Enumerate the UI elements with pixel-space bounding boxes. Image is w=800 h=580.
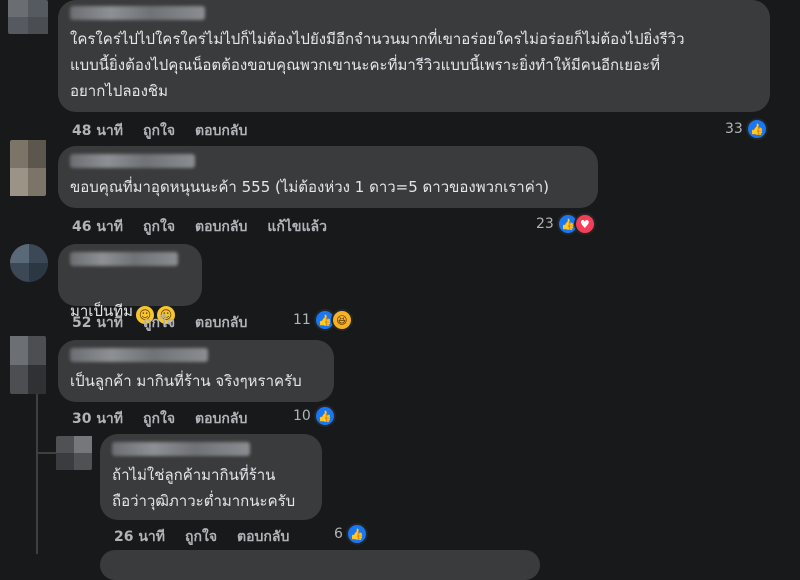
reply-link[interactable]: ตอบกลับ	[237, 526, 289, 548]
reply-link[interactable]: ตอบกลับ	[195, 408, 247, 430]
reaction-summary[interactable]: 6 👍	[334, 523, 368, 545]
comment-time[interactable]: 52 นาที	[72, 312, 123, 334]
reply-link[interactable]: ตอบกลับ	[195, 216, 247, 238]
comment-actions: 48 นาที ถูกใจ ตอบกลับ	[72, 120, 247, 142]
reaction-count: 33	[725, 121, 743, 137]
laughing-face-icon: 😆	[330, 309, 353, 331]
reaction-summary[interactable]: 33 👍	[725, 118, 768, 140]
avatar[interactable]	[8, 0, 48, 34]
reaction-summary[interactable]: 23 👍 ♥	[536, 213, 596, 235]
reaction-count: 6	[334, 526, 343, 542]
comment-bubble: ใครใคร่ไปไปใครใคร่ไม่ไปก็ไม่ต้องไปยังมีอ…	[58, 0, 770, 112]
reaction-count: 11	[293, 312, 311, 328]
comment-bubble: ขอบคุณที่มาอุดหนุนนะค้า 555 (ไม่ต้องห่วง…	[58, 146, 598, 208]
edited-label: แก้ไขแล้ว	[267, 219, 327, 235]
avatar[interactable]	[10, 336, 46, 394]
commenter-name-blurred[interactable]	[70, 6, 205, 20]
comment-actions: 52 นาที ถูกใจ ตอบกลับ	[72, 312, 247, 334]
comment-bubble: ถ้าไม่ใช่ลูกค้ามากินที่ร้าน ถือว่าวุฒิภา…	[100, 434, 322, 520]
like-link[interactable]: ถูกใจ	[185, 526, 217, 548]
comment-time[interactable]: 46 นาที	[72, 216, 123, 238]
comment-bubble-partial	[100, 550, 540, 580]
like-link[interactable]: ถูกใจ	[143, 120, 175, 142]
thread-connector	[36, 452, 56, 454]
like-link[interactable]: ถูกใจ	[143, 216, 175, 238]
reaction-count: 10	[293, 408, 311, 424]
avatar[interactable]	[10, 244, 48, 282]
reaction-summary[interactable]: 10 👍	[293, 405, 336, 427]
comment-bubble: มาเป็นทีม ☺ ☺	[58, 244, 202, 324]
thumbs-up-icon: 👍	[345, 523, 368, 545]
comment-actions: 46 นาที ถูกใจ ตอบกลับ แก้ไขแล้ว	[72, 216, 327, 238]
comment-text: ใครใคร่ไปไปใครใคร่ไม่ไปก็ไม่ต้องไปยังมีอ…	[70, 30, 685, 100]
comment-time[interactable]: 26 นาที	[114, 526, 165, 548]
comment-time[interactable]: 30 นาที	[72, 408, 123, 430]
thread-line	[36, 394, 38, 554]
comment-bubble: เป็นลูกค้า มากินที่ร้าน จริงๆหราครับ	[58, 340, 334, 402]
like-link[interactable]: ถูกใจ	[143, 408, 175, 430]
commenter-name-blurred[interactable]	[70, 348, 208, 362]
comment-text: ถ้าไม่ใช่ลูกค้ามากินที่ร้าน ถือว่าวุฒิภา…	[112, 466, 296, 510]
thumbs-up-icon: 👍	[313, 405, 336, 427]
like-link[interactable]: ถูกใจ	[143, 312, 175, 334]
commenter-name-blurred[interactable]	[70, 252, 178, 266]
commenter-name-blurred[interactable]	[112, 442, 250, 456]
comment-text: เป็นลูกค้า มากินที่ร้าน จริงๆหราครับ	[70, 372, 302, 390]
heart-icon: ♥	[573, 213, 596, 235]
comment-actions: 30 นาที ถูกใจ ตอบกลับ	[72, 408, 247, 430]
comment-actions: 26 นาที ถูกใจ ตอบกลับ	[114, 526, 289, 548]
commenter-name-blurred[interactable]	[70, 154, 195, 168]
avatar[interactable]	[10, 140, 46, 196]
reaction-count: 23	[536, 216, 554, 232]
reply-link[interactable]: ตอบกลับ	[195, 120, 247, 142]
reply-link[interactable]: ตอบกลับ	[195, 312, 247, 334]
comment-time[interactable]: 48 นาที	[72, 120, 123, 142]
comment-text: ขอบคุณที่มาอุดหนุนนะค้า 555 (ไม่ต้องห่วง…	[70, 178, 550, 196]
reaction-summary[interactable]: 11 👍 😆	[293, 309, 353, 331]
avatar[interactable]	[56, 436, 92, 470]
thumbs-up-icon: 👍	[745, 118, 768, 140]
